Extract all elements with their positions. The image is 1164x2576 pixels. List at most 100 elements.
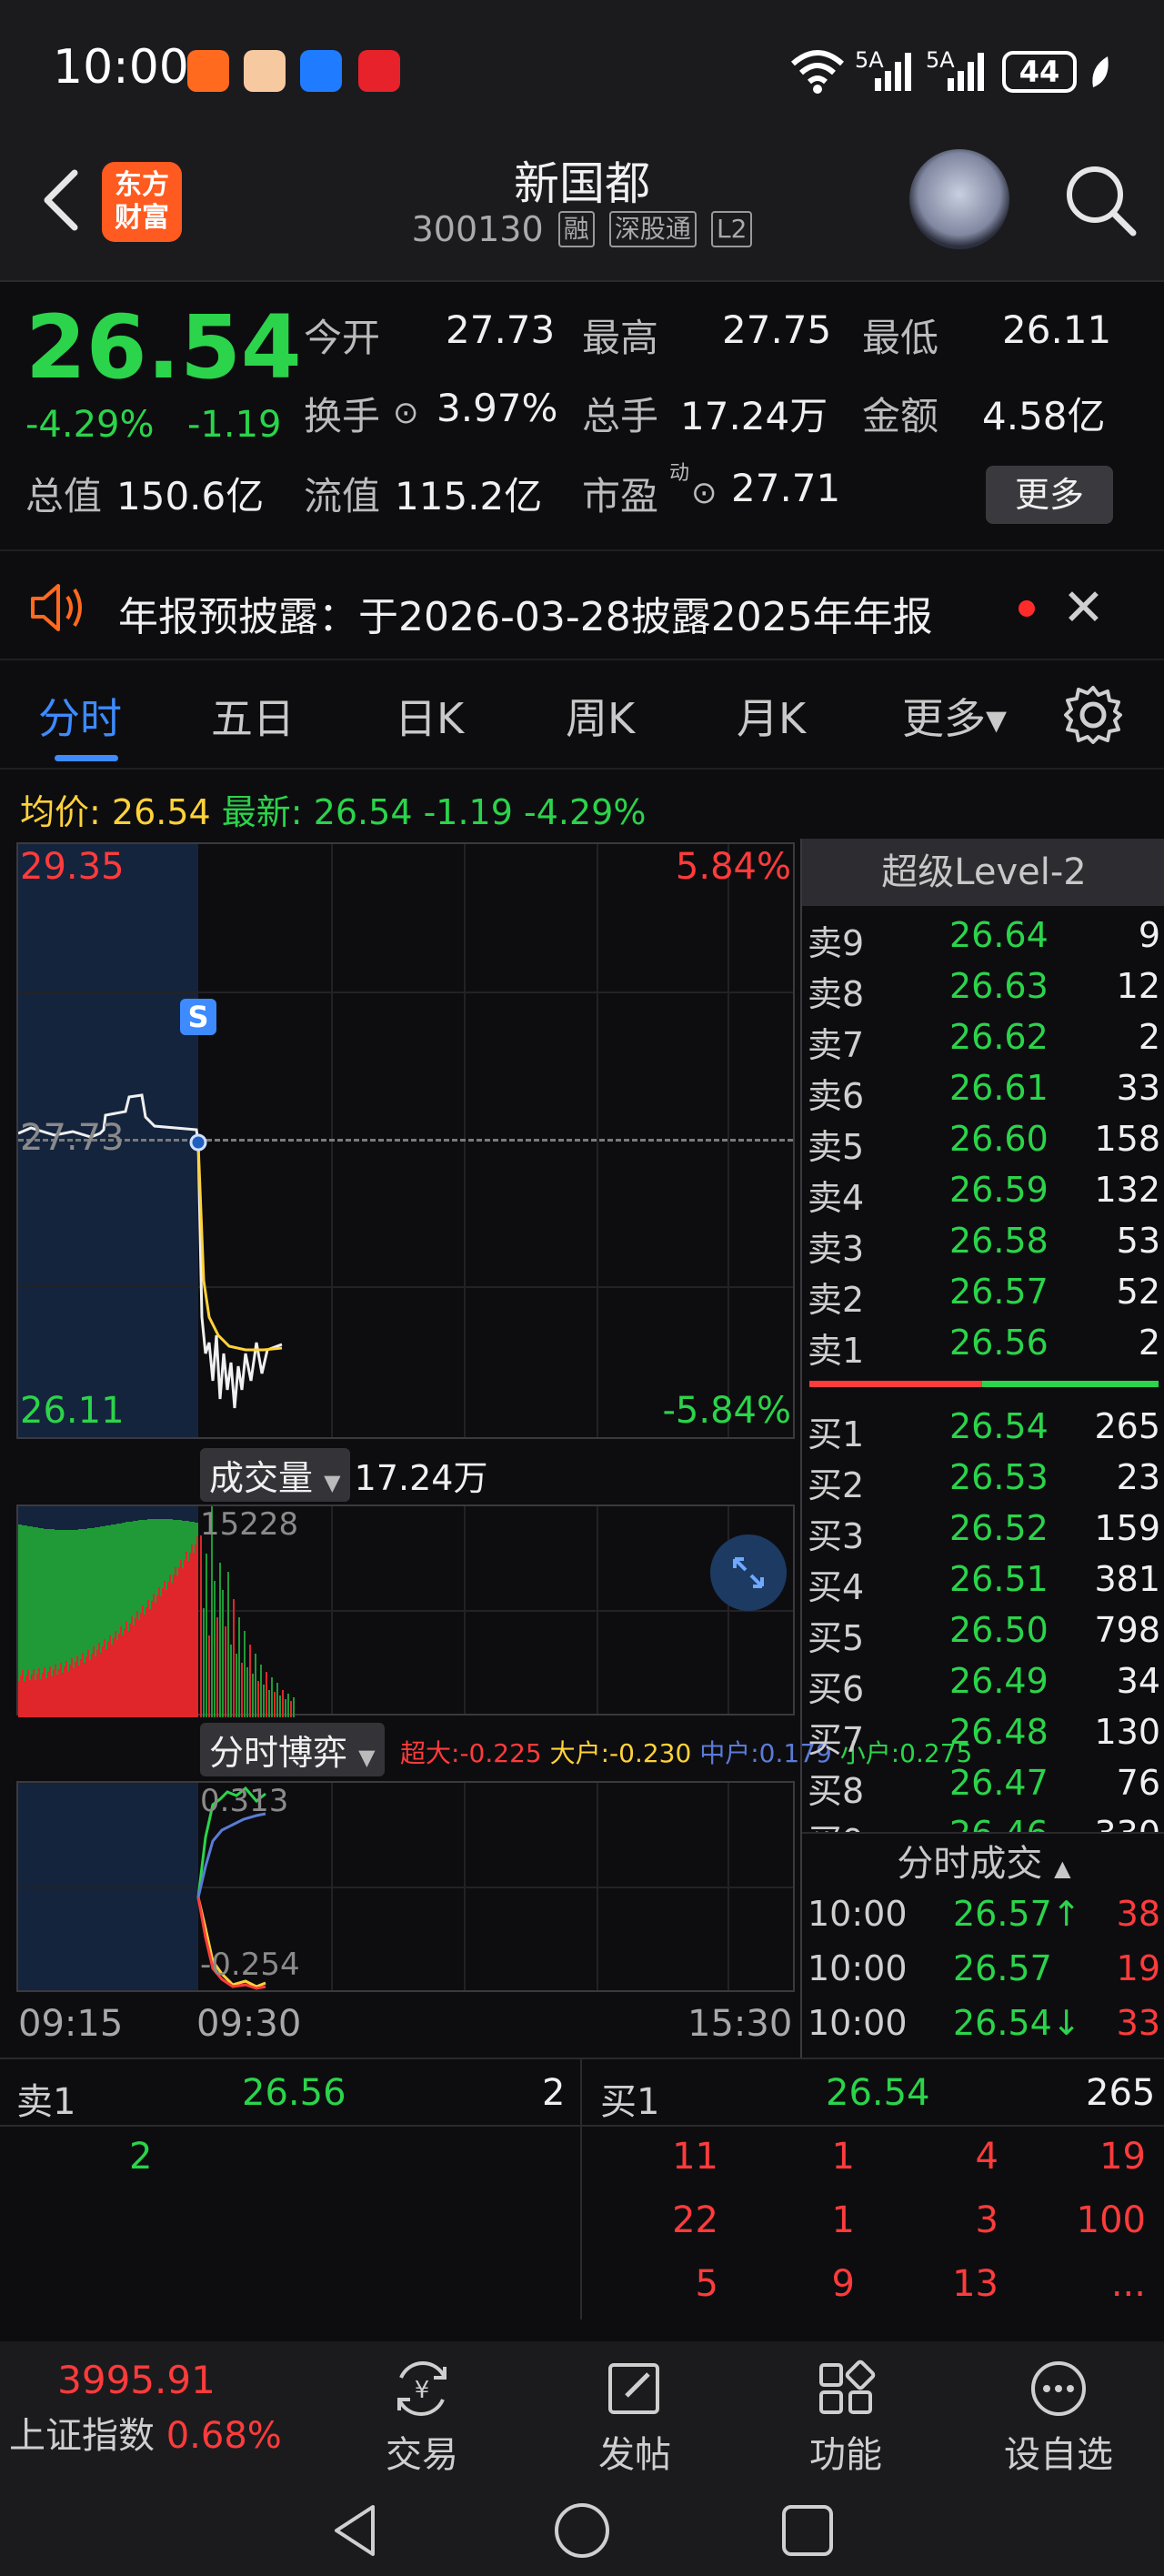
bid-price: 26.47	[949, 1763, 1049, 1803]
queue-bid-order: 4	[975, 2136, 998, 2178]
expand-icon[interactable]	[709, 1534, 788, 1612]
system-home-icon[interactable]	[553, 2501, 611, 2560]
mktcap-value: 150.6亿	[116, 474, 265, 518]
volume-bar	[271, 1677, 273, 1717]
volume-bar	[27, 1670, 29, 1717]
volume-bar	[100, 1653, 102, 1717]
assistant-robot-icon[interactable]	[909, 149, 1009, 249]
volume-bar	[116, 1640, 118, 1717]
index-ticker[interactable]: 3995.91 上证指数 0.68%	[0, 2358, 300, 2459]
volume-bar	[95, 1656, 96, 1717]
low-label: 最低	[862, 316, 939, 360]
tab-weekly-k[interactable]: 周K	[566, 686, 635, 746]
volume-bar	[133, 1625, 135, 1717]
close-icon[interactable]: ✕	[1062, 579, 1105, 638]
system-back-icon[interactable]	[327, 2501, 386, 2560]
settings-gear-icon[interactable]	[1060, 682, 1126, 748]
queue-bid-order: 11	[672, 2136, 718, 2178]
index-value: 3995.91	[57, 2358, 216, 2402]
chart-tabs: 分时 五日 日K 周K 月K 更多▾	[0, 660, 1164, 770]
volume-bar	[124, 1629, 125, 1717]
volume-bar	[293, 1697, 295, 1717]
tab-intraday[interactable]: 分时	[38, 686, 122, 746]
bid-row[interactable]: 买4 26.51 381	[802, 1559, 1164, 1610]
volume-bar	[186, 1552, 187, 1717]
bid-row[interactable]: 买8 26.47 76	[802, 1763, 1164, 1814]
bid-row[interactable]: 买7 26.48 130	[802, 1712, 1164, 1763]
notice-bar[interactable]: 年报预披露：于2026-03-28披露2025年年报 ✕	[0, 549, 1164, 660]
info-icon[interactable]: ⊙	[393, 395, 419, 431]
volume-bar	[252, 1674, 254, 1717]
volume-bar	[191, 1545, 193, 1717]
volume-bar	[104, 1639, 105, 1717]
notice-unread-dot	[1018, 600, 1035, 617]
volume-bar	[64, 1666, 65, 1717]
volume-bar	[80, 1659, 82, 1717]
bid-level-label: 买6	[808, 1669, 865, 1709]
volume-bar	[31, 1675, 33, 1717]
mktcap-label: 总值	[25, 474, 103, 518]
more-button[interactable]: 更多	[986, 466, 1113, 524]
volume-selector[interactable]: 成交量 ▼	[200, 1448, 350, 1502]
volume-bar	[285, 1699, 286, 1717]
avg-price-line: 均价: 26.54 最新: 26.54 -1.19 -4.29%	[20, 784, 646, 834]
bid-price: 26.51	[949, 1559, 1049, 1599]
order-book[interactable]: 超级Level-2 卖9 26.64 9 卖8 26.63 12 卖7 26.62 2 卖6 26.…	[800, 839, 1164, 2058]
bid-row[interactable]: 买5 26.50 798	[802, 1610, 1164, 1661]
volume-bar	[146, 1607, 147, 1717]
volume-bar	[160, 1596, 162, 1717]
volume-bar	[42, 1673, 44, 1717]
volume-bar	[184, 1560, 186, 1717]
big-label: 大户:	[549, 1738, 610, 1768]
intraday-price-chart[interactable]: S 29.35 5.84% 27.73 26.11 -5.84%	[16, 842, 795, 1439]
avg-value: 26.54	[111, 792, 211, 832]
volume-label: 总手	[582, 394, 659, 438]
search-icon[interactable]	[1055, 155, 1146, 246]
high-label: 最高	[582, 316, 659, 360]
info-icon[interactable]: ⊙	[691, 475, 717, 511]
volume-bars	[18, 1506, 295, 1717]
latest-label: 最新:	[221, 792, 303, 832]
nav-post[interactable]: 发帖	[562, 2360, 707, 2478]
volume-bar	[38, 1668, 40, 1717]
bid-row[interactable]: 买9 26.46 330	[802, 1814, 1164, 1834]
volume-bar	[122, 1635, 124, 1717]
fund-flow-chart[interactable]: 0.313 -0.254	[16, 1781, 795, 1992]
volume-bar	[167, 1582, 169, 1717]
system-recents-icon[interactable]	[778, 2501, 837, 2560]
active-tab-indicator	[55, 755, 118, 761]
tab-more[interactable]: 更多▾	[902, 686, 1007, 746]
volume-bar	[58, 1669, 60, 1717]
volume-chart[interactable]: 15228	[16, 1504, 795, 1717]
volume-bar	[105, 1649, 107, 1717]
trade-marker-s[interactable]: S	[180, 999, 216, 1035]
nav-functions[interactable]: 功能	[773, 2360, 918, 2478]
volume-bar	[246, 1667, 248, 1717]
flow-top-label: 0.313	[200, 1783, 289, 1819]
volume-bar	[118, 1634, 120, 1717]
leaf-icon	[1092, 56, 1109, 87]
volume-bar	[69, 1665, 71, 1717]
super-label: 超大:	[400, 1738, 460, 1768]
bid-row[interactable]: 买3 26.52 159	[802, 1508, 1164, 1559]
tab-monthly-k[interactable]: 月K	[737, 686, 806, 746]
volume-bar	[71, 1658, 73, 1717]
bid-row[interactable]: 买2 26.53 23	[802, 1457, 1164, 1508]
nav-watchlist[interactable]: 设自选	[986, 2360, 1131, 2478]
flow-selector[interactable]: 分时博弈 ▼	[200, 1723, 385, 1776]
bid-row[interactable]: 买1 26.54 265	[802, 1406, 1164, 1457]
volume-bar	[290, 1701, 292, 1717]
volume-bar	[175, 1567, 176, 1717]
ticks-title[interactable]: 分时成交 ▲	[802, 1834, 1164, 1887]
bid-row[interactable]: 买6 26.49 34	[802, 1661, 1164, 1712]
tab-daily-k[interactable]: 日K	[395, 686, 464, 746]
time-axis-open: 09:30	[196, 2003, 302, 2045]
nav-trade[interactable]: ¥ 交易	[349, 2360, 495, 2478]
tab-five-day[interactable]: 五日	[211, 686, 295, 746]
volume-bar	[135, 1618, 136, 1717]
bid-level-label: 买4	[808, 1567, 865, 1607]
volume-bar	[268, 1690, 270, 1717]
latest-change: -1.19	[423, 792, 513, 832]
volume-bar	[33, 1669, 35, 1717]
tick-time: 10:00	[808, 1948, 908, 1988]
